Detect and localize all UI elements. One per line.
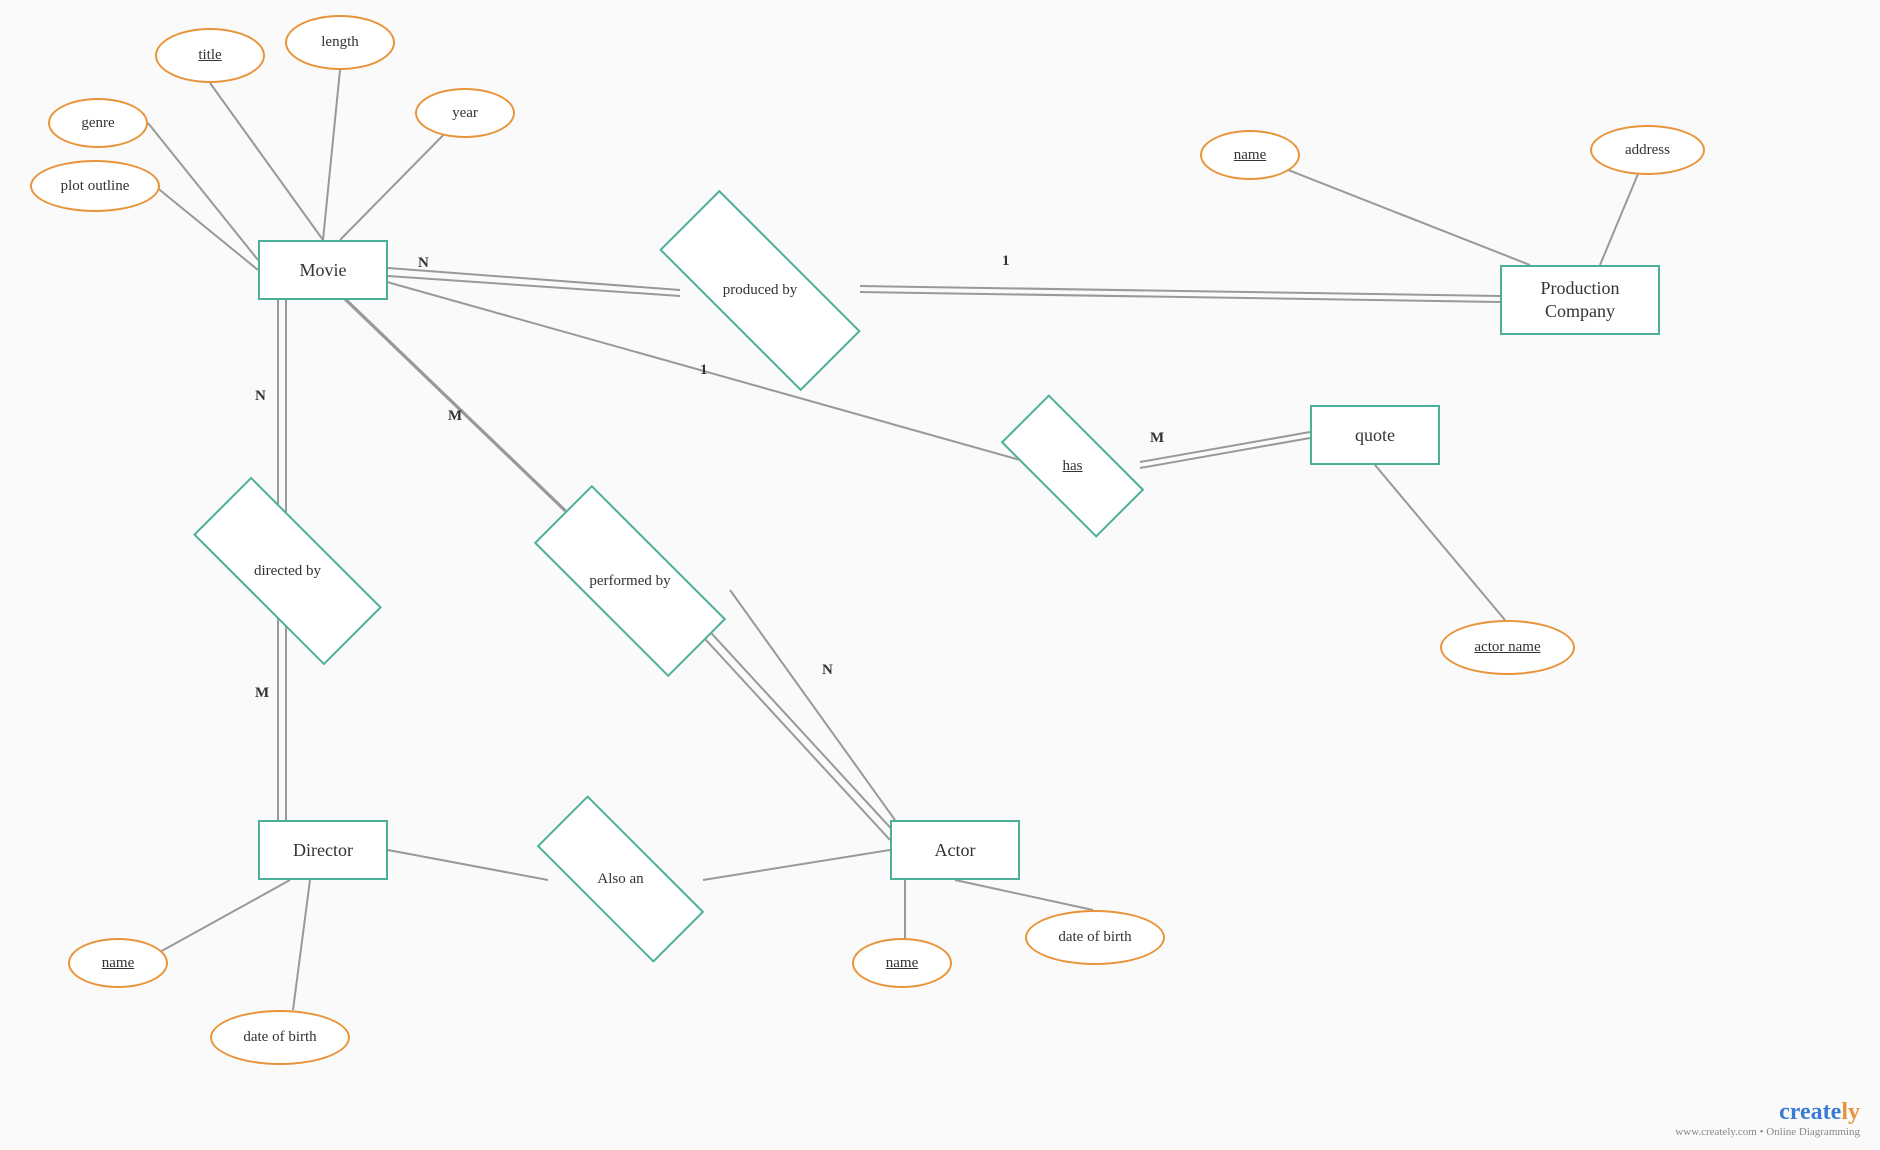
entity-actor: Actor [890, 820, 1020, 880]
ellipse-year: year [415, 88, 515, 138]
ellipse-prod-name: name [1200, 130, 1300, 180]
ellipse-actor-name2: name [852, 938, 952, 988]
label-1-produced: 1 [1002, 253, 1010, 270]
label-1-has: 1 [700, 362, 708, 379]
diamond-performed-by: performed by [535, 540, 725, 622]
creately-logo: creately www.creately.com • Online Diagr… [1675, 1099, 1860, 1138]
label-m-has: M [1150, 430, 1164, 447]
label-m-directed: M [255, 685, 269, 702]
label-m-performed: M [448, 408, 462, 425]
ellipse-prod-address: address [1590, 125, 1705, 175]
ellipse-plot-outline: plot outline [30, 160, 160, 212]
ellipse-title: title [155, 28, 265, 83]
ellipse-director-dob: date of birth [210, 1010, 350, 1065]
diamond-has: has [1005, 432, 1140, 500]
diamond-directed-by: directed by [195, 530, 380, 612]
ellipse-director-name: name [68, 938, 168, 988]
ellipse-length: length [285, 15, 395, 70]
diamond-also-an: Also an [538, 843, 703, 915]
label-n-actor: N [822, 662, 833, 679]
entity-quote: quote [1310, 405, 1440, 465]
label-n-directed: N [255, 388, 266, 405]
entity-production-company: ProductionCompany [1500, 265, 1660, 335]
label-n1: N [418, 255, 429, 272]
diamond-produced-by: produced by [660, 248, 860, 333]
diagram-canvas: Movie ProductionCompany Director Actor q… [0, 0, 1880, 1150]
entity-director: Director [258, 820, 388, 880]
ellipse-genre: genre [48, 98, 148, 148]
ellipse-actor-name-attr: actor name [1440, 620, 1575, 675]
ellipse-actor-dob: date of birth [1025, 910, 1165, 965]
entity-movie: Movie [258, 240, 388, 300]
